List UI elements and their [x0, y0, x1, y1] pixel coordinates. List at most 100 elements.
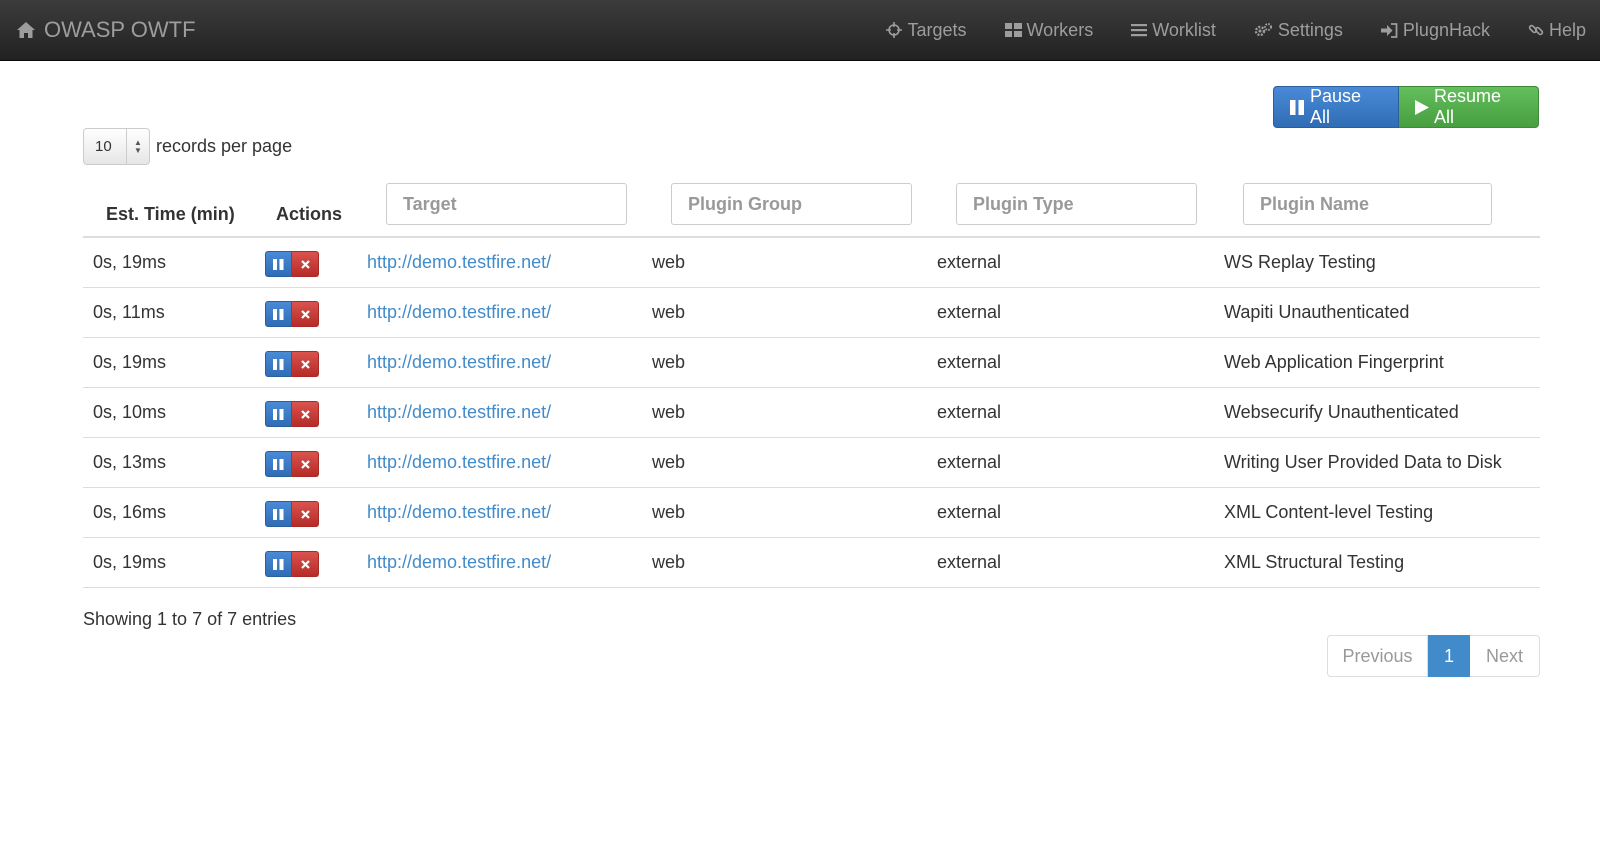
records-per-page: 10 ▲ ▼ records per page [83, 128, 292, 165]
row-delete-button[interactable] [292, 251, 319, 277]
plugin-name-cell: WS Replay Testing [1224, 252, 1376, 272]
nav-help[interactable]: Help [1509, 0, 1600, 60]
sign-in-icon [1380, 22, 1398, 38]
worklist-table: Est. Time (min) Actions 0s, 19ms http://d… [83, 178, 1540, 588]
next-page-button[interactable]: Next [1470, 635, 1540, 677]
table-row: 0s, 19ms http://demo.testfire.net/web exte… [83, 238, 1540, 288]
pause-icon [273, 508, 284, 520]
row-pause-button[interactable] [265, 451, 292, 477]
home-icon [16, 21, 36, 39]
target-filter-input[interactable] [386, 183, 627, 225]
row-actions [265, 251, 319, 277]
row-delete-button[interactable] [292, 551, 319, 577]
pagination: Previous 1 Next [1327, 635, 1540, 677]
target-link[interactable]: http://demo.testfire.net/ [367, 552, 551, 573]
link-icon [1528, 22, 1544, 38]
target-link[interactable]: http://demo.testfire.net/ [367, 352, 551, 373]
nav-help-label: Help [1548, 19, 1586, 40]
actions-header: Actions [276, 204, 343, 224]
close-icon [300, 309, 310, 319]
est-time-header[interactable]: Est. Time (min) [106, 204, 235, 225]
table-row: 0s, 19ms http://demo.testfire.net/web exte… [83, 338, 1540, 388]
plugin-type-cell: external [937, 402, 1002, 422]
est-time-cell: 0s, 10ms [93, 402, 167, 422]
target-link[interactable]: http://demo.testfire.net/ [367, 302, 551, 323]
pause-all-label: Pause All [1310, 86, 1362, 127]
brand-label: OWASP OWTF [44, 17, 196, 42]
plugin-group-cell: web [652, 302, 686, 322]
row-actions [265, 551, 319, 577]
row-pause-button[interactable] [265, 401, 292, 427]
pause-icon [1290, 99, 1305, 115]
plugin-type-cell: external [937, 502, 1002, 522]
nav-settings-label: Settings [1277, 19, 1343, 40]
row-pause-button[interactable] [265, 351, 292, 377]
nav-workers[interactable]: Workers [986, 0, 1113, 60]
plugin-group-cell: web [652, 502, 686, 522]
nav-targets[interactable]: Targets [867, 0, 985, 60]
table-row: 0s, 19ms http://demo.testfire.net/web exte… [83, 538, 1540, 588]
pause-icon [273, 458, 284, 470]
row-pause-button[interactable] [265, 251, 292, 277]
row-delete-button[interactable] [292, 451, 319, 477]
plugin-group-cell: web [652, 452, 686, 472]
plugin-type-cell: external [937, 452, 1002, 472]
est-time-cell: 0s, 13ms [93, 452, 167, 472]
page-length-select[interactable]: 10 ▲ ▼ [83, 128, 150, 165]
close-icon [300, 559, 310, 569]
resume-all-button[interactable]: Resume All [1399, 86, 1539, 128]
est-time-cell: 0s, 16ms [93, 502, 167, 522]
plugin-group-cell: web [652, 402, 686, 422]
plugin-type-cell: external [937, 552, 1002, 572]
row-actions [265, 351, 319, 377]
table-header: Est. Time (min) Actions [83, 178, 1540, 238]
plugin-group-filter-input[interactable] [671, 183, 912, 225]
row-delete-button[interactable] [292, 401, 319, 427]
plugin-type-filter-input[interactable] [956, 183, 1197, 225]
pause-resume-group: Pause All Resume All [1273, 86, 1539, 128]
table-row: 0s, 13ms http://demo.testfire.net/web exte… [83, 438, 1540, 488]
table-row: 0s, 16ms http://demo.testfire.net/web exte… [83, 488, 1540, 538]
current-page-button[interactable]: 1 [1428, 635, 1470, 677]
close-icon [300, 459, 310, 469]
nav-worklist[interactable]: Worklist [1112, 0, 1235, 60]
row-actions [265, 401, 319, 427]
row-pause-button[interactable] [265, 501, 292, 527]
est-time-cell: 0s, 19ms [93, 252, 167, 272]
pause-icon [273, 408, 284, 420]
row-delete-button[interactable] [292, 351, 319, 377]
plugin-group-cell: web [652, 552, 686, 572]
nav-workers-label: Workers [1026, 19, 1094, 40]
nav-settings[interactable]: Settings [1235, 0, 1362, 60]
table-body: 0s, 19ms http://demo.testfire.net/web exte… [83, 238, 1540, 588]
target-link[interactable]: http://demo.testfire.net/ [367, 452, 551, 473]
plugin-name-cell: XML Content-level Testing [1224, 502, 1434, 522]
navbar: OWASP OWTF Targets Workers Worklist Sett… [0, 0, 1600, 61]
table-info: Showing 1 to 7 of 7 entries [83, 609, 297, 629]
nav-targets-label: Targets [907, 19, 967, 40]
plugin-name-filter-input[interactable] [1243, 183, 1492, 225]
target-link[interactable]: http://demo.testfire.net/ [367, 402, 551, 423]
row-actions [265, 501, 319, 527]
row-actions [265, 301, 319, 327]
plugin-type-cell: external [937, 352, 1002, 372]
est-time-cell: 0s, 19ms [93, 352, 167, 372]
row-pause-button[interactable] [265, 301, 292, 327]
target-link[interactable]: http://demo.testfire.net/ [367, 502, 551, 523]
grid-icon [1004, 23, 1022, 37]
row-delete-button[interactable] [292, 301, 319, 327]
nav-plugnhack[interactable]: PlugnHack [1362, 0, 1509, 60]
close-icon [300, 259, 310, 269]
play-icon [1415, 99, 1429, 115]
resume-all-label: Resume All [1434, 86, 1502, 127]
row-delete-button[interactable] [292, 501, 319, 527]
row-pause-button[interactable] [265, 551, 292, 577]
pause-icon [273, 558, 284, 570]
plugin-name-cell: Web Application Fingerprint [1224, 352, 1444, 372]
plugin-name-cell: Wapiti Unauthenticated [1224, 302, 1410, 322]
plugin-type-cell: external [937, 302, 1002, 322]
target-link[interactable]: http://demo.testfire.net/ [367, 252, 551, 273]
pause-all-button[interactable]: Pause All [1273, 86, 1399, 128]
previous-page-button[interactable]: Previous [1327, 635, 1428, 677]
brand-link[interactable]: OWASP OWTF [16, 15, 196, 45]
